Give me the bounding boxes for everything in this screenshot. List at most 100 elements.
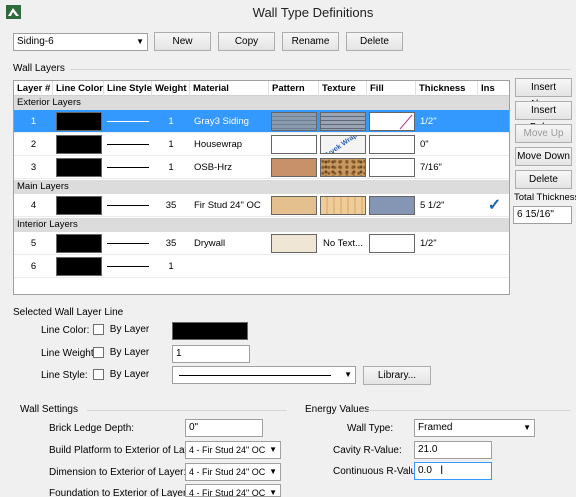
layer-thickness[interactable]: 5 1/2" bbox=[416, 194, 478, 217]
rename-button[interactable]: Rename bbox=[282, 32, 339, 51]
line-color-swatch[interactable] bbox=[56, 135, 102, 154]
dimension-select[interactable]: 4 - Fir Stud 24" OC ▼ bbox=[185, 463, 281, 481]
table-row[interactable]: 3 1 OSB-Hrz 7/16" bbox=[14, 156, 509, 179]
line-style-by-layer-checkbox[interactable] bbox=[93, 369, 104, 380]
chevron-down-icon: ▼ bbox=[523, 423, 531, 432]
layer-number: 3 bbox=[30, 162, 37, 173]
table-row[interactable]: 5 35 Drywall No Text... 1/2" bbox=[14, 232, 509, 255]
foundation-select[interactable]: 4 - Fir Stud 24" OC ▼ bbox=[185, 484, 281, 497]
delete-wall-type-button[interactable]: Delete bbox=[346, 32, 403, 51]
texture-text[interactable]: No Text... bbox=[319, 232, 367, 255]
by-layer-text: By Layer bbox=[109, 369, 150, 381]
col-fill[interactable]: Fill bbox=[367, 81, 416, 96]
line-weight: 1 bbox=[168, 116, 174, 127]
line-color-by-layer[interactable]: By Layer bbox=[93, 324, 149, 335]
pattern-swatch[interactable] bbox=[271, 234, 317, 253]
line-color-swatch-selected[interactable] bbox=[172, 322, 248, 340]
line-weight-by-layer[interactable]: By Layer bbox=[93, 347, 149, 358]
energy-values-label: Energy Values bbox=[305, 404, 370, 415]
line-weight-input[interactable]: 1 bbox=[172, 345, 250, 363]
line-color-swatch[interactable] bbox=[56, 196, 102, 215]
pattern-swatch[interactable] bbox=[271, 135, 317, 154]
fill-swatch[interactable] bbox=[369, 158, 415, 177]
material-name[interactable]: OSB-Hrz bbox=[190, 156, 269, 179]
material-name[interactable]: Fir Stud 24" OC bbox=[190, 194, 269, 217]
fill-swatch[interactable] bbox=[369, 135, 415, 154]
pattern-swatch[interactable] bbox=[271, 196, 317, 215]
brick-ledge-input[interactable]: 0" bbox=[185, 419, 263, 437]
move-up-button[interactable]: Move Up bbox=[515, 124, 572, 143]
col-line-color[interactable]: Line Color bbox=[53, 81, 104, 96]
line-weight-label: Line Weight: bbox=[41, 348, 97, 359]
pattern-swatch[interactable] bbox=[271, 112, 317, 131]
chevron-down-icon: ▼ bbox=[269, 467, 277, 476]
material-name[interactable]: Gray3 Siding bbox=[190, 110, 269, 133]
foundation-label: Foundation to Exterior of Layer: bbox=[49, 488, 190, 497]
line-style-select[interactable]: ▼ bbox=[172, 366, 356, 384]
texture-swatch[interactable]: Tyvek Wrap bbox=[320, 135, 366, 154]
fill-swatch[interactable] bbox=[369, 196, 415, 215]
material-name[interactable]: Drywall bbox=[190, 232, 269, 255]
wall-settings-divider bbox=[87, 410, 287, 411]
table-row[interactable]: 2 1 Housewrap Tyvek Wrap 0" bbox=[14, 133, 509, 156]
pattern-swatch[interactable] bbox=[271, 158, 317, 177]
copy-button[interactable]: Copy bbox=[218, 32, 275, 51]
layer-thickness[interactable]: 7/16" bbox=[416, 156, 478, 179]
layer-thickness[interactable]: 1/2" bbox=[416, 110, 478, 133]
table-row[interactable]: 4 35 Fir Stud 24" OC 5 1/2" ✓ bbox=[14, 194, 509, 217]
line-style-sample[interactable] bbox=[107, 144, 149, 145]
layer-thickness[interactable]: 0" bbox=[416, 133, 478, 156]
line-color-swatch[interactable] bbox=[56, 158, 102, 177]
texture-swatch[interactable] bbox=[320, 158, 366, 177]
continuous-r-value-input[interactable]: 0.0 I bbox=[414, 462, 492, 480]
fill-swatch[interactable] bbox=[369, 112, 415, 131]
fill-swatch[interactable] bbox=[369, 234, 415, 253]
build-platform-label: Build Platform to Exterior of Layer: bbox=[49, 445, 202, 456]
insert-above-button[interactable]: Insert Above bbox=[515, 78, 572, 110]
line-weight-by-layer-checkbox[interactable] bbox=[93, 347, 104, 358]
line-color-swatch[interactable] bbox=[56, 234, 102, 253]
continuous-r-value-text: 0.0 bbox=[418, 465, 432, 476]
col-layer-number[interactable]: Layer # bbox=[14, 81, 53, 96]
insert-below-button[interactable]: Insert Below bbox=[515, 101, 572, 133]
cavity-r-value-input[interactable]: 21.0 bbox=[414, 441, 492, 459]
material-name[interactable]: Housewrap bbox=[190, 133, 269, 156]
line-style-preview bbox=[179, 375, 331, 376]
line-style-sample[interactable] bbox=[107, 121, 149, 122]
wall-layers-table[interactable]: Layer # Line Color Line Style Weight Mat… bbox=[13, 80, 510, 295]
line-style-sample[interactable] bbox=[107, 167, 149, 168]
col-material[interactable]: Material bbox=[190, 81, 269, 96]
col-ins[interactable]: Ins bbox=[478, 81, 509, 96]
line-color-by-layer-checkbox[interactable] bbox=[93, 324, 104, 335]
col-line-style[interactable]: Line Style bbox=[104, 81, 152, 96]
insulation-checkmark-icon[interactable]: ✓ bbox=[478, 194, 509, 217]
total-thickness-label: Total Thickness: bbox=[514, 192, 576, 203]
new-button[interactable]: New bbox=[154, 32, 211, 51]
line-style-by-layer[interactable]: By Layer bbox=[93, 369, 149, 380]
col-pattern[interactable]: Pattern bbox=[269, 81, 319, 96]
line-color-swatch[interactable] bbox=[56, 257, 102, 276]
layer-thickness[interactable]: 1/2" bbox=[416, 232, 478, 255]
wall-type-select[interactable]: Siding-6 ▼ bbox=[13, 33, 148, 51]
table-row[interactable]: 6 1 bbox=[14, 255, 509, 278]
table-row[interactable]: 1 1 Gray3 Siding 1/2" bbox=[14, 110, 509, 133]
line-style-sample[interactable] bbox=[107, 266, 149, 267]
group-interior-layers: Interior Layers bbox=[14, 218, 509, 232]
wall-layers-label: Wall Layers bbox=[13, 63, 65, 74]
table-header: Layer # Line Color Line Style Weight Mat… bbox=[14, 81, 509, 96]
texture-swatch[interactable] bbox=[320, 112, 366, 131]
texture-swatch[interactable] bbox=[320, 196, 366, 215]
line-color-swatch[interactable] bbox=[56, 112, 102, 131]
col-weight[interactable]: Weight bbox=[152, 81, 190, 96]
line-style-sample[interactable] bbox=[107, 243, 149, 244]
col-thickness[interactable]: Thickness bbox=[416, 81, 478, 96]
move-down-button[interactable]: Move Down bbox=[515, 147, 572, 166]
col-texture[interactable]: Texture bbox=[319, 81, 367, 96]
line-style-sample[interactable] bbox=[107, 205, 149, 206]
build-platform-select[interactable]: 4 - Fir Stud 24" OC ▼ bbox=[185, 441, 281, 459]
text-cursor-icon: I bbox=[440, 463, 444, 477]
library-button[interactable]: Library... bbox=[363, 366, 431, 385]
delete-layer-button[interactable]: Delete bbox=[515, 170, 572, 189]
energy-wall-type-select[interactable]: Framed ▼ bbox=[414, 419, 535, 437]
selected-line-label: Selected Wall Layer Line bbox=[13, 307, 124, 318]
